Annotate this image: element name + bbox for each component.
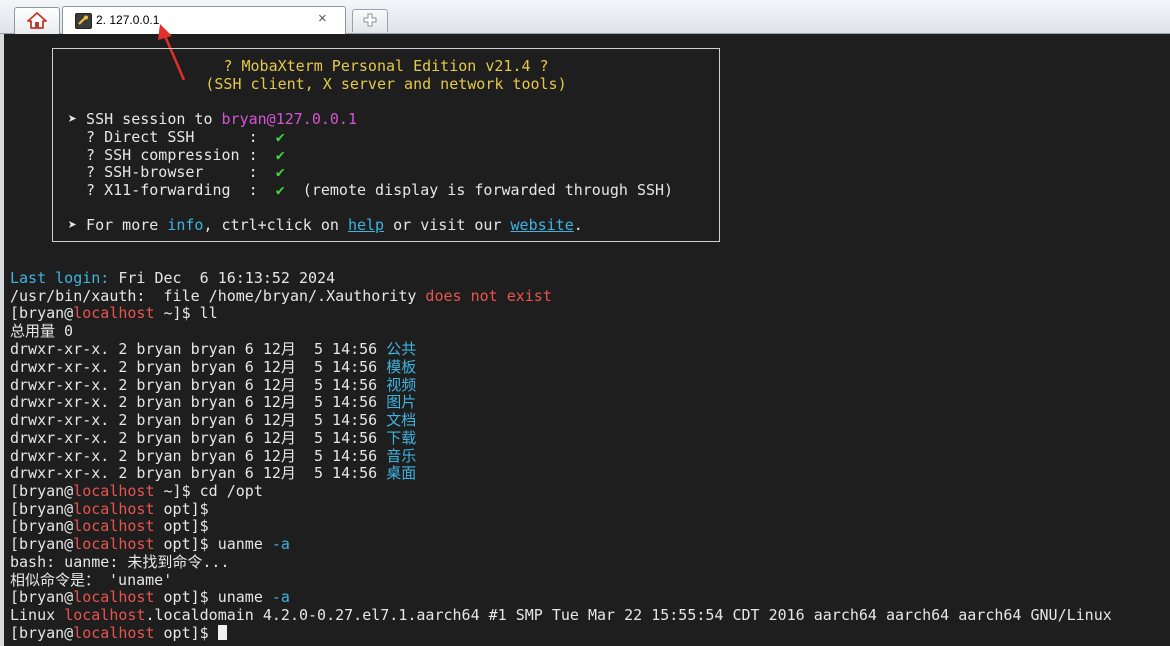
similar-command-line: 相似命令是： 'uname' [10,571,173,589]
prompt-line: [bryan@localhost opt]$ uanme -a [10,535,290,553]
banner-option-browser: ? SSH-browser : ✔ [68,163,285,181]
dir-listing-row: drwxr-xr-x. 2 bryan bryan 6 12月 5 14:56 … [10,447,417,465]
dir-listing-row: drwxr-xr-x. 2 bryan bryan 6 12月 5 14:56 … [10,358,417,376]
home-tab[interactable] [14,7,60,34]
prompt-line: [bryan@localhost opt]$ [10,500,209,518]
plus-icon [363,13,377,27]
ssh-target: bryan@127.0.0.1 [221,110,357,128]
prompt-line: [bryan@localhost ~]$ cd /opt [10,482,263,500]
info-link[interactable]: info [167,216,203,234]
uname-output-line: Linux localhost.localdomain 4.2.0-0.27.e… [10,606,1112,624]
dir-listing-row: drwxr-xr-x. 2 bryan bryan 6 12月 5 14:56 … [10,340,417,358]
banner-option-direct-ssh: ? Direct SSH : ✔ [68,128,285,146]
check-icon: ✔ [275,146,285,164]
close-tab-icon[interactable]: × [318,10,327,27]
prompt-line: [bryan@localhost opt]$ [10,517,209,535]
dir-listing-row: drwxr-xr-x. 2 bryan bryan 6 12月 5 14:56 … [10,411,417,429]
dir-listing-row: drwxr-xr-x. 2 bryan bryan 6 12月 5 14:56 … [10,429,417,447]
prompt-line: [bryan@localhost ~]$ ll [10,304,218,322]
last-login-line: Last login: Fri Dec 6 16:13:52 2024 [10,269,336,287]
tab-bar: 2. 127.0.0.1 × [0,0,1170,35]
check-icon: ✔ [275,128,285,146]
terminal-session-icon [75,13,92,29]
prompt-line: [bryan@localhost opt]$ uname -a [10,588,290,606]
dir-listing-row: drwxr-xr-x. 2 bryan bryan 6 12月 5 14:56 … [10,376,417,394]
new-tab-button[interactable] [352,9,388,32]
banner-option-x11: ? X11-forwarding : ✔ (remote display is … [68,181,674,199]
check-icon: ✔ [275,163,285,181]
banner-title: ? MobaXterm Personal Edition v21.4 ? [223,57,549,75]
terminal-border [0,34,4,646]
output-total: 总用量 0 [10,322,74,340]
home-icon [27,12,47,29]
dir-listing-row: drwxr-xr-x. 2 bryan bryan 6 12月 5 14:56 … [10,464,417,482]
tab-session-label: 2. 127.0.0.1 [96,13,160,27]
xauth-line: /usr/bin/xauth: file /home/bryan/.Xautho… [10,287,552,305]
tab-session[interactable]: 2. 127.0.0.1 × [62,6,346,35]
bash-error-line: bash: uanme: 未找到命令... [10,553,230,571]
banner-option-compression: ? SSH compression : ✔ [68,146,285,164]
help-link[interactable]: help [348,216,384,234]
banner-subtitle: (SSH client, X server and network tools) [205,75,567,93]
dir-listing-row: drwxr-xr-x. 2 bryan bryan 6 12月 5 14:56 … [10,393,417,411]
terminal-cursor [217,625,227,640]
check-icon: ✔ [275,181,285,199]
active-prompt-line[interactable]: [bryan@localhost opt]$ [10,624,227,642]
banner-ssh-session: ➤ SSH session to bryan@127.0.0.1 [68,110,357,128]
banner-more-info: ➤ For more info, ctrl+click on help or v… [68,216,583,234]
website-link[interactable]: website [511,216,574,234]
